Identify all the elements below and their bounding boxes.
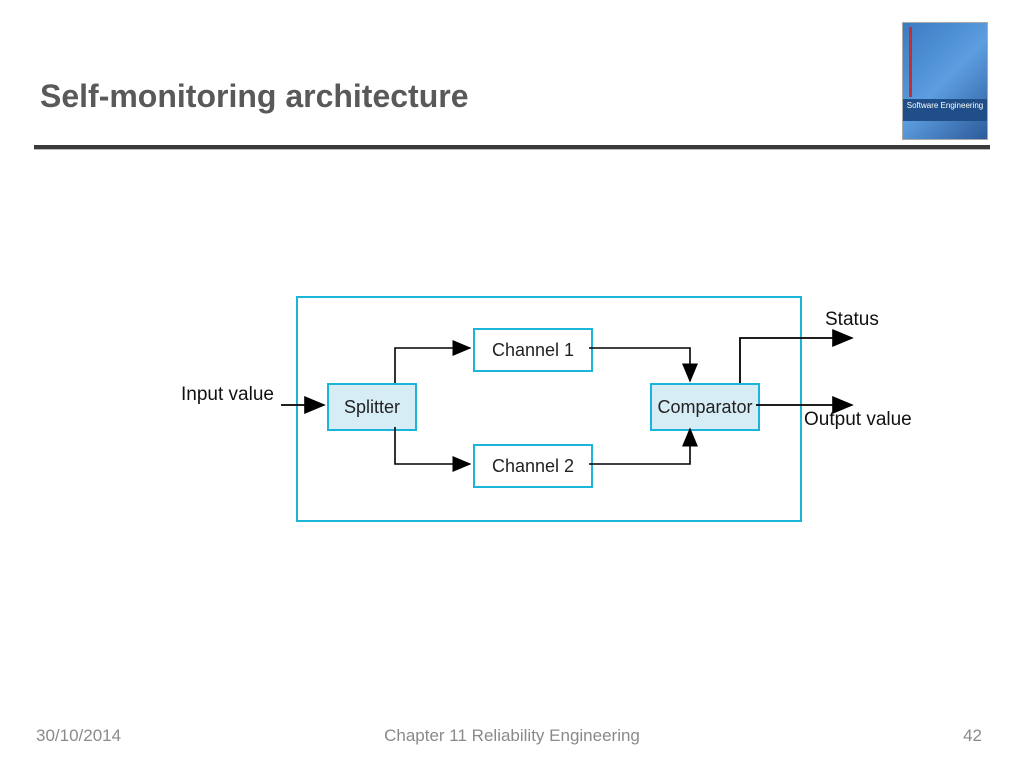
textbook-label: Software Engineering: [903, 99, 987, 121]
node-channel-2: Channel 2: [473, 444, 593, 488]
footer-chapter: Chapter 11 Reliability Engineering: [0, 726, 1024, 746]
diagram-boundary: [296, 296, 802, 522]
textbook-thumbnail: Software Engineering: [902, 22, 988, 140]
label-output-value: Output value: [804, 409, 912, 431]
diagram-arrows: [0, 0, 1024, 768]
node-splitter: Splitter: [327, 383, 417, 431]
title-divider: [34, 145, 990, 149]
label-status: Status: [825, 309, 879, 331]
label-input-value: Input value: [181, 384, 274, 406]
architecture-diagram: Splitter Channel 1 Channel 2 Comparator …: [0, 0, 1024, 768]
node-comparator: Comparator: [650, 383, 760, 431]
footer-page-number: 42: [963, 726, 982, 746]
node-channel-1: Channel 1: [473, 328, 593, 372]
slide-title: Self-monitoring architecture: [40, 78, 469, 115]
